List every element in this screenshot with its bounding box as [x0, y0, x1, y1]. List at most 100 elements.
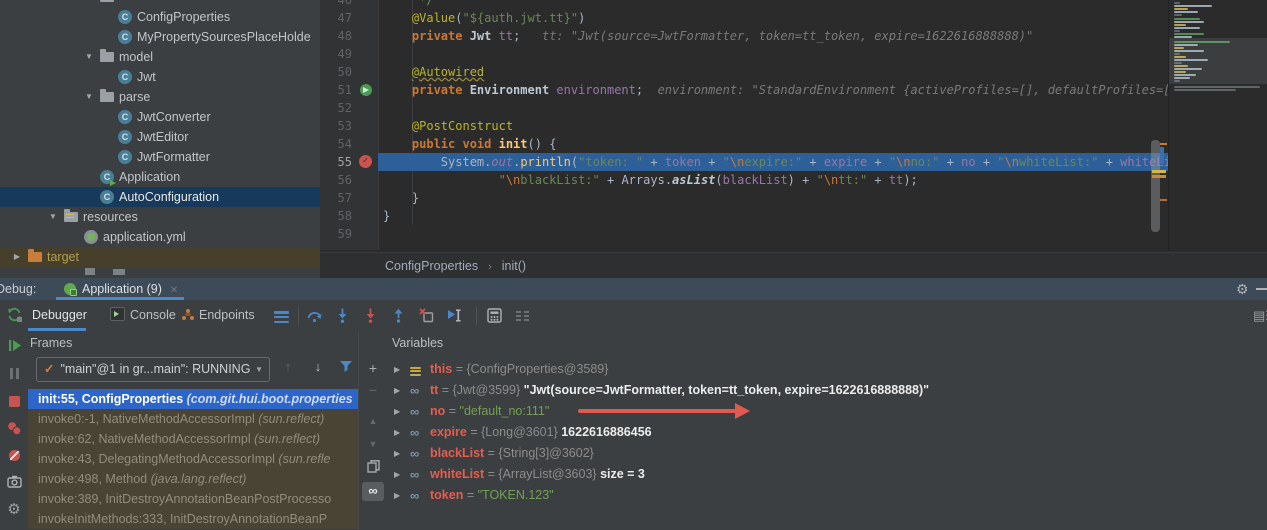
line-number-55[interactable]: 55	[320, 153, 352, 171]
tree-item-resources[interactable]: ▼resources	[0, 207, 320, 227]
code-line-48[interactable]: private Jwt tt; tt: "Jwt(source=JwtForma…	[320, 27, 1267, 45]
stack-frame[interactable]: invoke:62, NativeMethodAccessorImpl (sun…	[28, 429, 358, 449]
filter-frames-icon[interactable]	[336, 359, 356, 376]
minimap-viewport[interactable]	[1169, 38, 1267, 84]
chevron-expanded-icon[interactable]: ▼	[46, 207, 60, 227]
code-line-56[interactable]: "\nblackList:" + Arrays.asList(blackList…	[320, 171, 1267, 189]
chevron-collapsed-icon[interactable]: ▶	[394, 464, 400, 485]
line-number-50[interactable]: 50	[320, 63, 352, 81]
breadcrumb-method[interactable]: init()	[502, 259, 526, 273]
chevron-collapsed-icon[interactable]: ▶	[394, 422, 400, 443]
stack-frame[interactable]: invoke:43, DelegatingMethodAccessorImpl …	[28, 449, 358, 469]
line-number-48[interactable]: 48	[320, 27, 352, 45]
layout-toggle-icon[interactable]	[514, 307, 532, 325]
tree-item-Application[interactable]: CApplication	[0, 167, 320, 187]
force-step-into-icon[interactable]	[362, 307, 380, 325]
gear-icon[interactable]: ⚙	[1236, 280, 1249, 298]
tree-item-JwtConverter[interactable]: CJwtConverter	[0, 107, 320, 127]
stripe-mark-blue[interactable]	[1160, 147, 1164, 164]
rerun-icon[interactable]	[0, 306, 28, 326]
stack-frame[interactable]: invoke0:-1, NativeMethodAccessorImpl (su…	[28, 409, 358, 429]
variable-row-token[interactable]: ▶∞token = "TOKEN.123"	[386, 485, 1267, 506]
thread-selector[interactable]: ✓"main"@1 in gr...main": RUNNING ▼	[36, 357, 270, 382]
minimap[interactable]	[1168, 0, 1267, 250]
code-line-57[interactable]: }	[320, 189, 1267, 207]
line-number-52[interactable]: 52	[320, 99, 352, 117]
code-line-59[interactable]	[320, 225, 1267, 243]
line-number-53[interactable]: 53	[320, 117, 352, 135]
code-line-46[interactable]: */	[320, 0, 1267, 9]
chevron-collapsed-icon[interactable]: ▶	[394, 485, 400, 506]
tree-item-parse[interactable]: ▼parse	[0, 87, 320, 107]
stripe-mark-yellow1[interactable]	[1152, 170, 1166, 173]
step-into-icon[interactable]	[334, 307, 352, 325]
frame-up-icon[interactable]: ↑	[278, 359, 298, 374]
mute-breakpoints-icon[interactable]	[0, 447, 28, 467]
settings-gear-icon[interactable]: ⚙	[0, 500, 28, 518]
chevron-collapsed-icon[interactable]: ▶	[394, 359, 400, 380]
resume-icon[interactable]	[0, 337, 28, 357]
code-line-53[interactable]: @PostConstruct	[320, 117, 1267, 135]
view-breakpoints-icon[interactable]	[0, 420, 28, 440]
duplicate-icon[interactable]	[359, 459, 387, 477]
variable-row-no[interactable]: ▶∞no = "default_no:111"	[386, 401, 1267, 422]
stripe-mark-orange2[interactable]	[1160, 199, 1167, 201]
move-up-icon[interactable]: ▲	[359, 416, 387, 426]
chevron-collapsed-icon[interactable]: ▶	[10, 247, 24, 267]
code-line-51[interactable]: private Environment environment; environ…	[320, 81, 1267, 99]
drop-frame-icon[interactable]	[418, 307, 436, 325]
code-line-55[interactable]: System.out.println("token: " + token + "…	[320, 153, 1267, 171]
step-out-icon[interactable]	[390, 307, 408, 325]
stop-icon[interactable]	[0, 393, 28, 413]
chevron-collapsed-icon[interactable]: ▶	[394, 401, 400, 422]
breadcrumb-class[interactable]: ConfigProperties	[385, 259, 478, 273]
minimize-icon[interactable]	[1256, 288, 1267, 290]
line-number-58[interactable]: 58	[320, 207, 352, 225]
tree-item-AutoConfiguration[interactable]: CAutoConfiguration	[0, 187, 320, 207]
code-line-58[interactable]: }	[320, 207, 1267, 225]
variable-row-this[interactable]: ▶this = {ConfigProperties@3589}	[386, 359, 1267, 380]
tree-item-Jwt[interactable]: CJwt	[0, 67, 320, 87]
evaluate-expression-icon[interactable]	[486, 307, 504, 325]
chevron-expanded-icon[interactable]: ▼	[82, 47, 96, 67]
run-to-cursor-icon[interactable]	[446, 307, 464, 325]
pause-icon[interactable]	[0, 365, 28, 385]
chevron-collapsed-icon[interactable]: ▶	[394, 443, 400, 464]
chevron-collapsed-icon[interactable]: ▶	[394, 380, 400, 401]
stripe-mark-orange[interactable]	[1160, 143, 1167, 145]
threads-view-icon[interactable]	[274, 309, 292, 327]
line-number-59[interactable]: 59	[320, 225, 352, 243]
thread-dump-icon[interactable]	[0, 473, 28, 493]
tree-item-application.yml[interactable]: application.yml	[0, 227, 320, 247]
tree-item-model[interactable]: ▼model	[0, 47, 320, 67]
line-number-47[interactable]: 47	[320, 9, 352, 27]
tree-item-target[interactable]: ▶target	[0, 247, 320, 267]
spring-bean-gutter-icon[interactable]	[360, 84, 372, 96]
code-line-50[interactable]: @Autowired	[320, 63, 1267, 81]
variable-row-blackList[interactable]: ▶∞blackList = {String[3]@3602}	[386, 443, 1267, 464]
stack-frame[interactable]: invokeInitMethods:333, InitDestroyAnnota…	[28, 509, 358, 529]
breakpoint-icon[interactable]: ✓	[359, 155, 372, 168]
tree-item-ConfigProperties[interactable]: CConfigProperties	[0, 7, 320, 27]
close-icon[interactable]: ✕	[170, 285, 178, 296]
show-watches-icon[interactable]: ∞	[362, 482, 384, 501]
stack-frame[interactable]: init:55, ConfigProperties (com.git.hui.b…	[28, 389, 358, 409]
stack-frame[interactable]: invoke:498, Method (java.lang.reflect)	[28, 469, 358, 489]
tab-console[interactable]: Console	[110, 300, 176, 331]
stripe-mark-yellow2[interactable]	[1152, 175, 1166, 178]
remove-watch-icon[interactable]: −	[359, 382, 387, 398]
variable-row-whiteList[interactable]: ▶∞whiteList = {ArrayList@3603} size = 3	[386, 464, 1267, 485]
chevron-expanded-icon[interactable]: ▼	[82, 87, 96, 107]
line-number-54[interactable]: 54	[320, 135, 352, 153]
add-watch-icon[interactable]: +	[359, 360, 387, 376]
tree-item-JwtFormatter[interactable]: CJwtFormatter	[0, 147, 320, 167]
move-down-icon[interactable]: ▼	[359, 439, 387, 449]
variable-row-tt[interactable]: ▶∞tt = {Jwt@3599} "Jwt(source=JwtFormatt…	[386, 380, 1267, 401]
tab-debugger[interactable]: Debugger	[32, 300, 87, 331]
stack-frame[interactable]: invoke:389, InitDestroyAnnotationBeanPos…	[28, 489, 358, 509]
line-number-51[interactable]: 51	[320, 81, 352, 99]
variable-row-expire[interactable]: ▶∞expire = {Long@3601} 1622616886456	[386, 422, 1267, 443]
line-number-57[interactable]: 57	[320, 189, 352, 207]
tree-item-partial[interactable]	[0, 0, 320, 7]
step-over-icon[interactable]	[306, 307, 324, 325]
